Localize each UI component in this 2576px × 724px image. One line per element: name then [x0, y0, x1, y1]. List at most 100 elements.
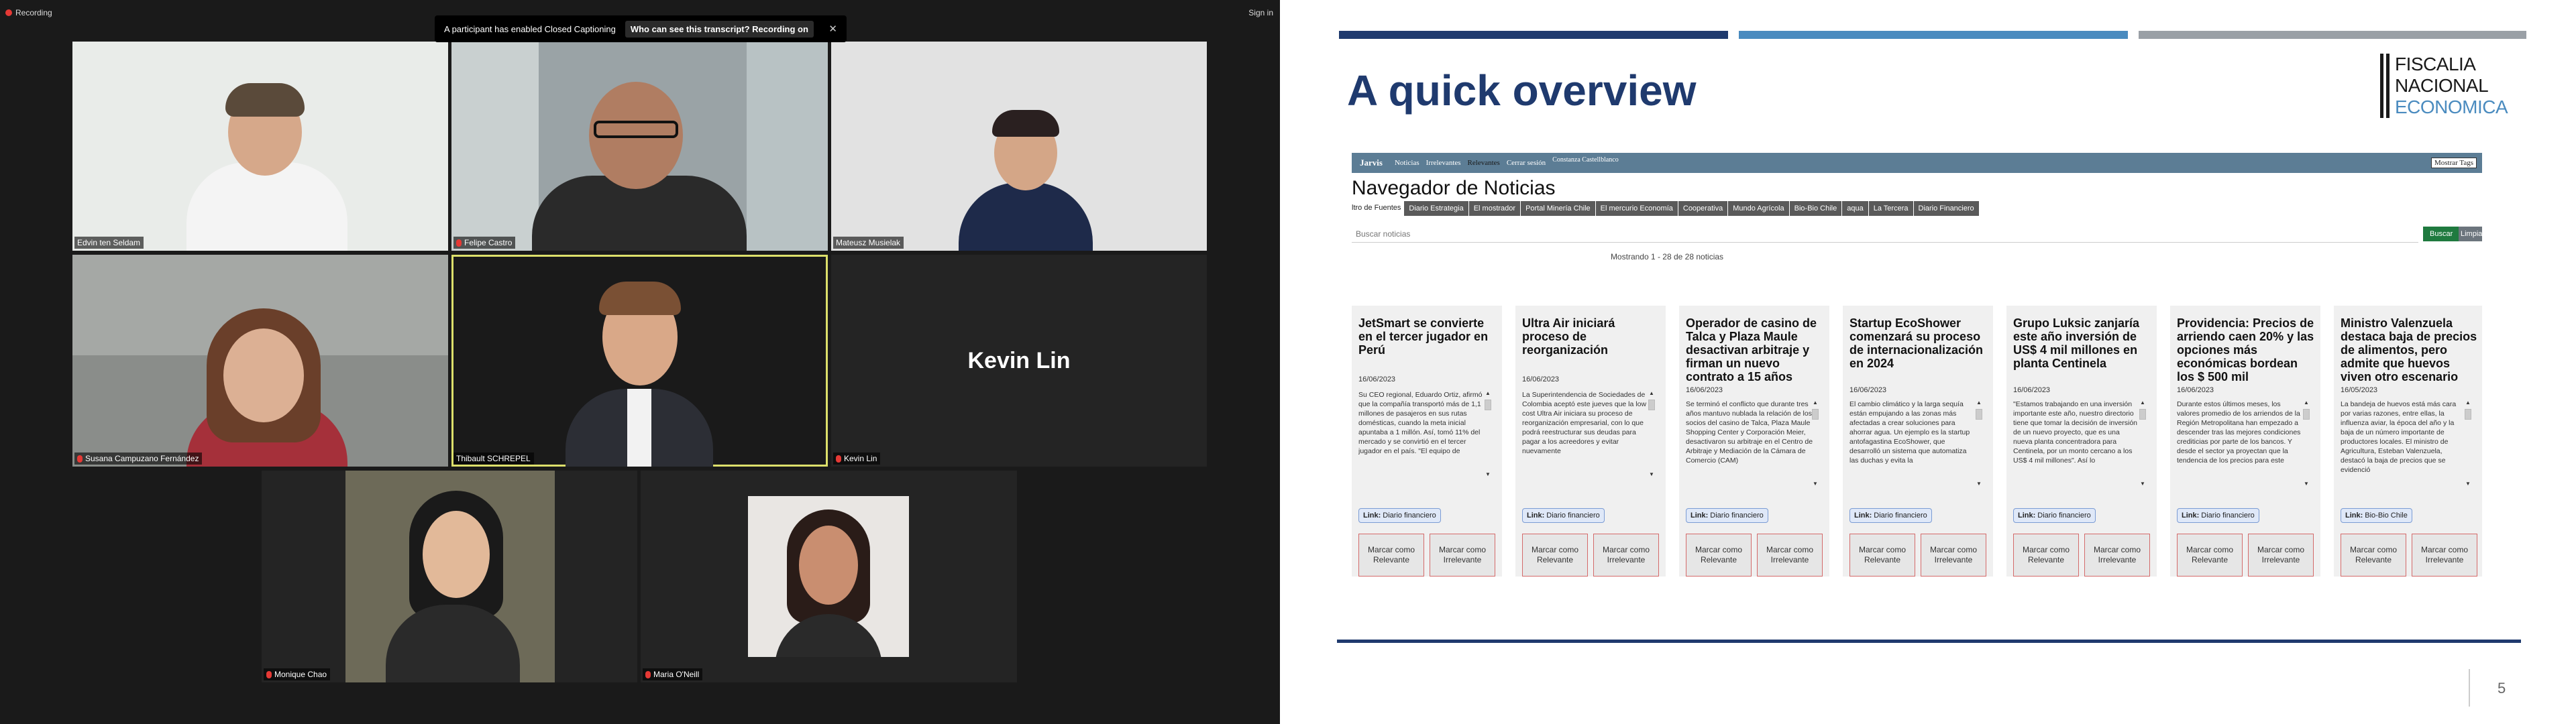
news-link[interactable]: Link: Diario financiero	[1686, 508, 1768, 523]
news-link[interactable]: Link: Diario financiero	[1849, 508, 1932, 523]
clear-button[interactable]: Limpiar	[2459, 227, 2482, 241]
scroll-up-icon[interactable]: ▲	[1976, 400, 1982, 406]
shared-slide: A quick overview FISCALIA NACIONAL ECONO…	[1280, 0, 2576, 724]
scroll-thumb[interactable]	[2303, 409, 2310, 420]
filter-chip[interactable]: Mundo Agrícola	[1728, 201, 1789, 216]
mark-irrelevant-button[interactable]: Marcar como Irrelevante	[2412, 534, 2477, 577]
scroll-up-icon[interactable]: ▲	[2465, 400, 2471, 406]
scroll-up-icon[interactable]: ▲	[2140, 400, 2145, 406]
news-link[interactable]: Link: Bio-Bio Chile	[2341, 508, 2412, 523]
scroll-thumb[interactable]	[1485, 400, 1491, 410]
filter-chip[interactable]: La Tercera	[1868, 201, 1913, 216]
video-tile-kevin-video-off[interactable]: Kevin Lin Kevin Lin	[831, 255, 1207, 467]
mark-irrelevant-button[interactable]: Marcar como Irrelevante	[1430, 534, 1495, 577]
mark-irrelevant-button[interactable]: Marcar como Irrelevante	[1593, 534, 1659, 577]
video-tile-thibault-active-speaker[interactable]: Thibault SCHREPEL	[451, 255, 828, 467]
close-icon[interactable]: ✕	[828, 23, 837, 35]
news-link[interactable]: Link: Diario financiero	[2177, 508, 2259, 523]
logo-bars-icon	[2380, 54, 2390, 118]
scroll-down-icon[interactable]: ▼	[2140, 481, 2145, 487]
participant-name-bar: Mateusz Musielak	[833, 237, 904, 249]
video-tile-mateusz[interactable]: Mateusz Musielak	[831, 42, 1207, 251]
video-tile-edvin[interactable]: Edvin ten Seldam	[72, 42, 448, 251]
text-scrollbar[interactable]: ▲ ▼	[2463, 400, 2473, 487]
filter-chip[interactable]: El mercurio Economía	[1595, 201, 1678, 216]
text-scrollbar[interactable]: ▲ ▼	[1647, 390, 1656, 477]
mark-relevant-button[interactable]: Marcar como Relevante	[1358, 534, 1424, 577]
scroll-down-icon[interactable]: ▼	[1485, 471, 1491, 477]
filter-chip[interactable]: El mostrador	[1468, 201, 1521, 216]
scroll-down-icon[interactable]: ▼	[2465, 481, 2471, 487]
recording-indicator[interactable]: Recording	[5, 8, 52, 17]
mark-irrelevant-button[interactable]: Marcar como Irrelevante	[2084, 534, 2150, 577]
scroll-thumb[interactable]	[1976, 409, 1982, 420]
mark-irrelevant-button[interactable]: Marcar como Irrelevante	[1921, 534, 1986, 577]
participant-name: Kevin Lin	[844, 454, 877, 463]
scroll-thumb[interactable]	[2465, 409, 2471, 420]
mark-relevant-button[interactable]: Marcar como Relevante	[1849, 534, 1915, 577]
scroll-down-icon[interactable]: ▼	[1813, 481, 1818, 487]
scroll-up-icon[interactable]: ▲	[1813, 400, 1818, 406]
search-input[interactable]	[1352, 225, 2418, 243]
text-scrollbar[interactable]: ▲ ▼	[1811, 400, 1820, 487]
nav-user-name: Constanza Castellblanco	[1552, 156, 1619, 164]
participant-name: Maria O'Neill	[653, 670, 700, 679]
scroll-down-icon[interactable]: ▼	[1649, 471, 1654, 477]
mark-relevant-button[interactable]: Marcar como Relevante	[2341, 534, 2406, 577]
filter-chip[interactable]: aqua	[1842, 201, 1868, 216]
text-scrollbar[interactable]: ▲ ▼	[1483, 390, 1493, 477]
mark-relevant-button[interactable]: Marcar como Relevante	[1522, 534, 1588, 577]
mark-relevant-button[interactable]: Marcar como Relevante	[2177, 534, 2243, 577]
participant-name: Felipe Castro	[464, 238, 513, 247]
scroll-down-icon[interactable]: ▼	[1976, 481, 1982, 487]
scroll-thumb[interactable]	[1648, 400, 1655, 410]
participant-name: Susana Campuzano Fernández	[85, 454, 199, 463]
scroll-up-icon[interactable]: ▲	[1649, 390, 1654, 396]
scroll-down-icon[interactable]: ▼	[2304, 481, 2309, 487]
news-date: 16/05/2023	[2341, 386, 2378, 394]
news-title: Operador de casino de Talca y Plaza Maul…	[1686, 316, 1817, 383]
nav-item-irrelevantes[interactable]: Irrelevantes	[1426, 159, 1461, 167]
app-brand[interactable]: Jarvis	[1360, 158, 1383, 168]
search-button[interactable]: Buscar	[2423, 227, 2460, 241]
text-scrollbar[interactable]: ▲ ▼	[2138, 400, 2147, 487]
filter-chip[interactable]: Diario Estrategia	[1404, 201, 1468, 216]
video-tile-maria[interactable]: Maria O'Neill	[641, 471, 1017, 682]
sign-in-link[interactable]: Sign in	[1248, 8, 1273, 17]
nav-item-relevantes[interactable]: Relevantes	[1468, 159, 1500, 167]
news-link[interactable]: Link: Diario financiero	[2013, 508, 2096, 523]
mark-irrelevant-button[interactable]: Marcar como Irrelevante	[2248, 534, 2314, 577]
closed-caption-notification: A participant has enabled Closed Caption…	[435, 15, 847, 42]
news-text: Se terminó el conflicto que durante tres…	[1686, 400, 1813, 465]
nav-item-noticias[interactable]: Noticias	[1395, 159, 1419, 167]
video-tile-susana[interactable]: Susana Campuzano Fernández	[72, 255, 448, 467]
text-scrollbar[interactable]: ▲ ▼	[1974, 400, 1984, 487]
nav-item-cerrar-sesion[interactable]: Cerrar sesión	[1507, 159, 1546, 167]
muted-mic-icon	[456, 239, 462, 247]
participant-name-bar: Susana Campuzano Fernández	[74, 452, 203, 465]
news-card: Ultra Air iniciará proceso de reorganiza…	[1515, 306, 1666, 577]
transcript-visibility-button[interactable]: Who can see this transcript? Recording o…	[625, 20, 814, 38]
show-tags-button[interactable]: Mostrar Tags	[2431, 158, 2477, 168]
filter-chip[interactable]: Portal Minería Chile	[1521, 201, 1595, 216]
news-link[interactable]: Link: Diario financiero	[1522, 508, 1605, 523]
text-scrollbar[interactable]: ▲ ▼	[2302, 400, 2311, 487]
scroll-thumb[interactable]	[1812, 409, 1819, 420]
mark-relevant-button[interactable]: Marcar como Relevante	[2013, 534, 2079, 577]
participant-name-bar: Thibault SCHREPEL	[453, 452, 534, 465]
scroll-up-icon[interactable]: ▲	[1485, 390, 1491, 396]
news-link[interactable]: Link: Diario financiero	[1358, 508, 1441, 523]
video-tile-felipe[interactable]: Felipe Castro	[451, 42, 828, 251]
filter-chip[interactable]: Diario Financiero	[1913, 201, 1979, 216]
header-stripe-blue	[1739, 31, 2128, 39]
mark-relevant-button[interactable]: Marcar como Relevante	[1686, 534, 1752, 577]
news-text: "Estamos trabajando en una inversión imp…	[2013, 400, 2138, 465]
filter-chip[interactable]: Bio-Bio Chile	[1789, 201, 1842, 216]
scroll-up-icon[interactable]: ▲	[2304, 400, 2309, 406]
scroll-thumb[interactable]	[2139, 409, 2146, 420]
participant-name-bar: Felipe Castro	[453, 237, 516, 249]
filter-chip[interactable]: Cooperativa	[1678, 201, 1728, 216]
video-tile-monique[interactable]: Monique Chao	[262, 471, 637, 682]
news-card: Startup EcoShower comenzará su proceso d…	[1843, 306, 1993, 577]
mark-irrelevant-button[interactable]: Marcar como Irrelevante	[1757, 534, 1823, 577]
